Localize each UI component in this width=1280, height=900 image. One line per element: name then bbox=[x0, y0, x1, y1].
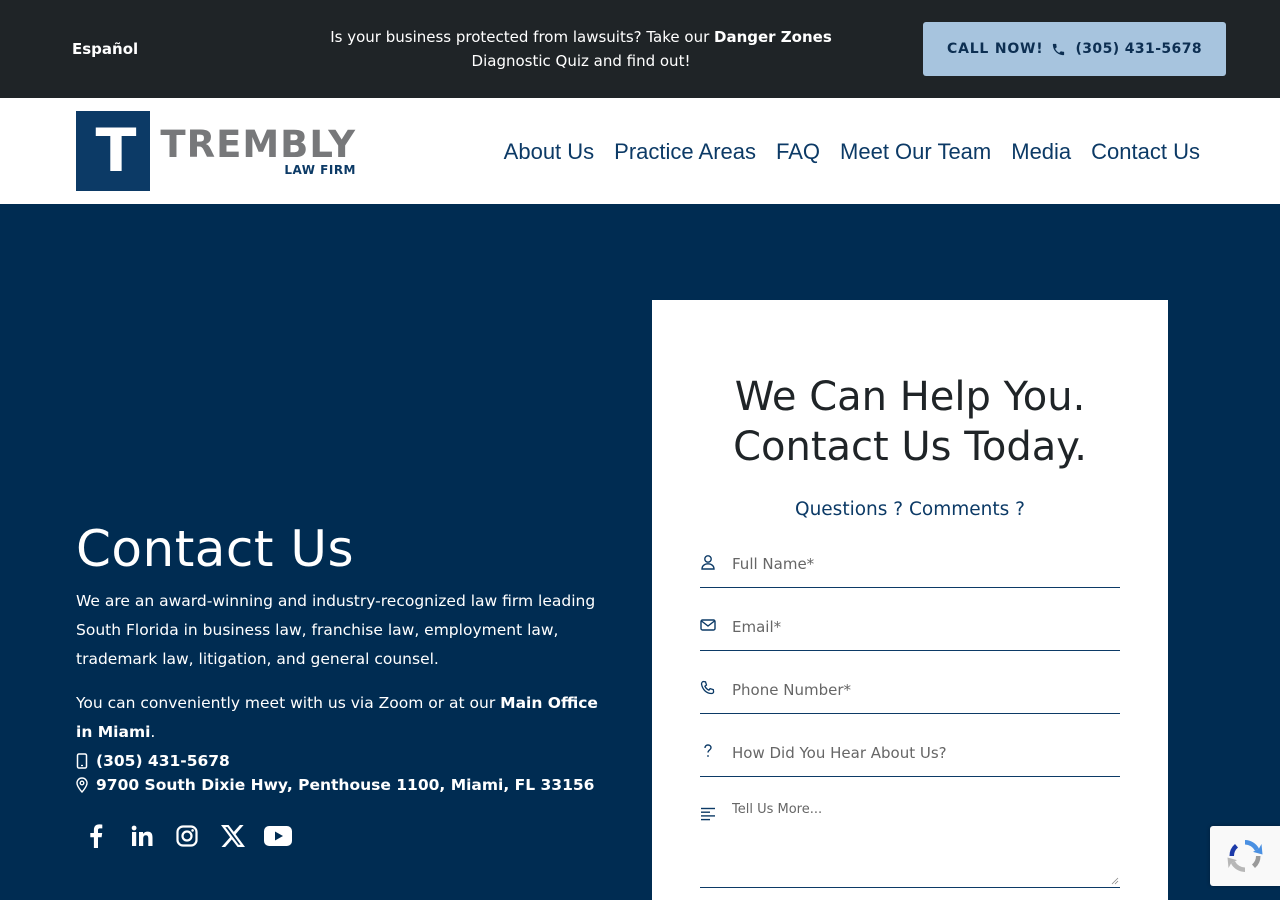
phone-icon bbox=[1053, 43, 1065, 55]
referral-source-input[interactable] bbox=[732, 741, 1112, 765]
top-bar: Español Is your business protected from … bbox=[0, 0, 1280, 98]
user-icon bbox=[701, 555, 715, 570]
facebook-icon[interactable] bbox=[82, 822, 110, 850]
referral-source-field bbox=[700, 733, 1120, 777]
form-title: We Can Help You. Contact Us Today. bbox=[652, 372, 1168, 472]
language-link-espanol[interactable]: Español bbox=[72, 40, 138, 58]
form-title-line2: Contact Us Today. bbox=[733, 424, 1087, 470]
promo-prefix: Is your business protected from lawsuits… bbox=[330, 28, 715, 46]
map-pin-icon bbox=[76, 777, 88, 793]
contact-form-panel: We Can Help You. Contact Us Today. Quest… bbox=[652, 300, 1168, 900]
danger-zones-link[interactable]: Danger Zones bbox=[714, 28, 832, 46]
youtube-icon[interactable] bbox=[264, 822, 292, 850]
intro-text: We are an award-winning and industry-rec… bbox=[76, 592, 596, 668]
form-title-line1: We Can Help You. bbox=[734, 374, 1086, 420]
trembly-logo[interactable]: T TREMBLY LAW FIRM bbox=[76, 111, 356, 191]
nav-about-us[interactable]: About Us bbox=[504, 138, 595, 166]
logo-subtitle: LAW FIRM bbox=[284, 163, 356, 177]
full-name-field bbox=[700, 544, 1120, 588]
mobile-phone-icon bbox=[76, 753, 88, 769]
email-input[interactable] bbox=[732, 615, 1112, 639]
phone-input[interactable] bbox=[732, 678, 1112, 702]
contact-phone[interactable]: (305) 431-5678 bbox=[76, 752, 230, 770]
nav-faq[interactable]: FAQ bbox=[776, 138, 820, 166]
phone-icon bbox=[700, 680, 715, 695]
message-textarea[interactable] bbox=[732, 802, 1117, 882]
call-now-button[interactable]: CALL NOW! (305) 431-5678 bbox=[923, 22, 1226, 76]
meet-text: You can conveniently meet with us via Zo… bbox=[76, 694, 598, 741]
contact-phone-text: (305) 431-5678 bbox=[96, 752, 230, 770]
envelope-icon bbox=[700, 619, 716, 631]
resize-handle-icon[interactable] bbox=[1111, 877, 1119, 885]
recaptcha-icon bbox=[1227, 840, 1263, 872]
linkedin-icon[interactable] bbox=[128, 822, 156, 850]
call-now-label: CALL NOW! bbox=[947, 41, 1044, 57]
question-mark-icon bbox=[704, 744, 712, 757]
logo-mark: T bbox=[76, 111, 151, 191]
phone-field bbox=[700, 670, 1120, 714]
social-links bbox=[82, 822, 310, 850]
nav-media[interactable]: Media bbox=[1011, 138, 1071, 166]
message-field bbox=[700, 794, 1120, 888]
logo-name: TREMBLY bbox=[160, 123, 356, 166]
full-name-input[interactable] bbox=[732, 552, 1112, 576]
main-nav: About Us Practice Areas FAQ Meet Our Tea… bbox=[484, 138, 1200, 166]
site-header: T TREMBLY LAW FIRM About Us Practice Are… bbox=[0, 98, 1280, 204]
x-icon[interactable] bbox=[219, 822, 247, 850]
promo-suffix: Diagnostic Quiz and find out! bbox=[471, 52, 691, 70]
contact-address-text: 9700 South Dixie Hwy, Penthouse 1100, Mi… bbox=[96, 776, 595, 794]
contact-address[interactable]: 9700 South Dixie Hwy, Penthouse 1100, Mi… bbox=[76, 776, 594, 794]
nav-practice-areas[interactable]: Practice Areas bbox=[614, 138, 756, 166]
instagram-icon[interactable] bbox=[173, 822, 201, 850]
email-field bbox=[700, 607, 1120, 651]
call-now-number: (305) 431-5678 bbox=[1075, 41, 1202, 57]
nav-meet-our-team[interactable]: Meet Our Team bbox=[840, 138, 991, 166]
nav-contact-us[interactable]: Contact Us bbox=[1091, 138, 1200, 166]
align-left-icon bbox=[701, 807, 715, 821]
page-title: Contact Us bbox=[76, 520, 355, 578]
form-subtitle: Questions ? Comments ? bbox=[795, 499, 1025, 520]
recaptcha-badge[interactable] bbox=[1210, 826, 1280, 886]
promo-text: Is your business protected from lawsuits… bbox=[290, 25, 872, 73]
